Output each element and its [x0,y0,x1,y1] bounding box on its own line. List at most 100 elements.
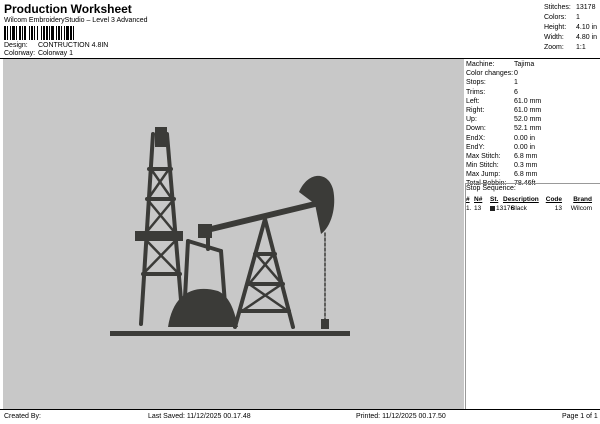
info-value: 0.00 in [514,134,536,142]
worksheet-header: Production Worksheet Wilcom EmbroiderySt… [0,0,600,58]
info-row: Stops: 1 [466,78,600,87]
info-value: Tajima [514,61,535,68]
row-code: 13 [554,205,562,212]
barcode-bar [74,26,76,40]
barcode [4,26,140,40]
stat-label: Height: [544,24,567,31]
info-value: 52.0 mm [514,116,542,124]
stat-value: 4.10 in [576,24,598,31]
row-st: 13176 [490,204,514,213]
info-row: Up: 52.0 mm [466,115,600,124]
colorway-line: Colorway: Colorway 1 [4,50,73,57]
info-row: Down: 52.1 mm [466,124,600,133]
colorway-label: Colorway: [4,50,36,57]
info-row: Color changes: 0 [466,69,600,78]
oil-pump-design [110,127,350,336]
info-label: EndY: [466,143,485,151]
created-by: Created By: [4,413,41,420]
info-row: Right: 61.0 mm [466,106,600,115]
stat-label: Zoom: [544,44,564,51]
design-label: Design: [4,42,28,49]
row-brand: Wilcom [570,205,592,212]
info-row: Max Jump: 6.8 mm [466,170,600,179]
col-header-code: Code [545,196,562,203]
info-label: Left: [466,97,480,105]
stat-value: 4.80 in [576,34,598,41]
page-number: Page 1 of 1 [562,413,598,420]
walking-beam [200,201,318,234]
info-value: 61.0 mm [514,97,542,105]
info-label: EndX: [466,134,486,142]
info-label: Up: [466,116,477,124]
stat-row: Zoom: 1:1 [544,43,598,53]
info-value: 52.1 mm [514,125,542,133]
derrick-platform [135,231,183,241]
row-index: 1. [466,205,472,212]
info-row: EndX: 0.00 in [466,134,600,143]
derrick-top [155,127,167,147]
last-saved: Last Saved: 11/12/2025 00.17.48 [148,413,251,420]
pump-base [168,288,238,327]
stat-value: 1 [576,14,580,21]
info-value: 0.3 mm [514,162,538,170]
col-header-brand: Brand [573,196,592,203]
sequence-panel-border [465,183,600,409]
counterweight [198,224,212,238]
table-row[interactable]: 1. 13 13176 Black 13 Wilcom [466,204,598,213]
row-description: Black [511,205,527,212]
stat-value: 13178 [576,4,596,11]
derrick-tower [139,132,185,326]
row-n: 13 [474,205,482,212]
info-value: 0.00 in [514,143,536,151]
colorway-value: Colorway 1 [37,50,73,57]
info-label: Max Stitch: [466,152,501,160]
machine-info-panel: Machine: Tajima Color changes: 0 Stops: 1 Trim… [466,60,600,189]
info-row: Max Stitch: 6.8 mm [466,152,600,161]
info-value: 0 [514,70,518,78]
info-row: Min Stitch: 0.3 mm [466,161,600,170]
thread-color-swatch [490,205,495,211]
col-header-index: # [466,196,470,203]
page-title: Production Worksheet [4,2,132,16]
info-value: 1 [514,79,518,87]
stat-value: 1:1 [576,44,586,51]
table-header: # N# St. Description Code Brand [466,195,598,204]
printed-date: Printed: 11/12/2025 00.17.50 [356,413,446,420]
stop-sequence-title: Stop Sequence: [466,185,516,192]
info-label: Machine: [466,61,495,68]
info-label: Trims: [466,88,486,96]
samson-post [233,217,295,329]
stop-sequence-table: # N# St. Description Code Brand 1. 13 13… [466,195,598,213]
info-value: 6 [514,88,518,96]
stat-row: Width: 4.80 in [544,33,598,43]
info-label: Color changes: [466,70,514,78]
col-header-n: N# [474,196,483,203]
info-label: Right: [466,106,485,114]
design-line: Design: CONTRUCTION 4.8IN [4,42,108,49]
design-preview[interactable] [3,59,464,409]
col-header-description: Description [503,196,539,203]
info-label: Max Jump: [466,171,501,179]
info-row: Machine: Tajima [466,60,600,69]
ground-bar [110,331,350,336]
stat-row: Height: 4.10 in [544,23,598,33]
info-label: Stops: [466,79,486,87]
info-label: Min Stitch: [466,162,499,170]
software-subtitle: Wilcom EmbroideryStudio – Level 3 Advanc… [4,17,148,24]
info-row: Left: 61.0 mm [466,97,600,106]
wellhead [321,319,329,329]
worksheet-footer: Created By: Last Saved: 11/12/2025 00.17… [0,410,600,424]
stat-label: Width: [544,34,564,41]
info-label: Down: [466,125,486,133]
info-row: EndY: 0.00 in [466,143,600,152]
stats-panel: Stitches: 13178 Colors: 1 Height: 4.10 in W… [544,3,598,53]
info-value: 61.0 mm [514,106,542,114]
info-value: 6.8 mm [514,171,538,179]
col-header-st: St. [490,196,499,203]
stat-row: Colors: 1 [544,13,598,23]
info-value: 6.8 mm [514,152,538,160]
stat-row: Stitches: 13178 [544,3,598,13]
stat-label: Stitches: [544,4,571,11]
info-row: Trims: 6 [466,88,600,97]
stat-label: Colors: [544,14,567,21]
